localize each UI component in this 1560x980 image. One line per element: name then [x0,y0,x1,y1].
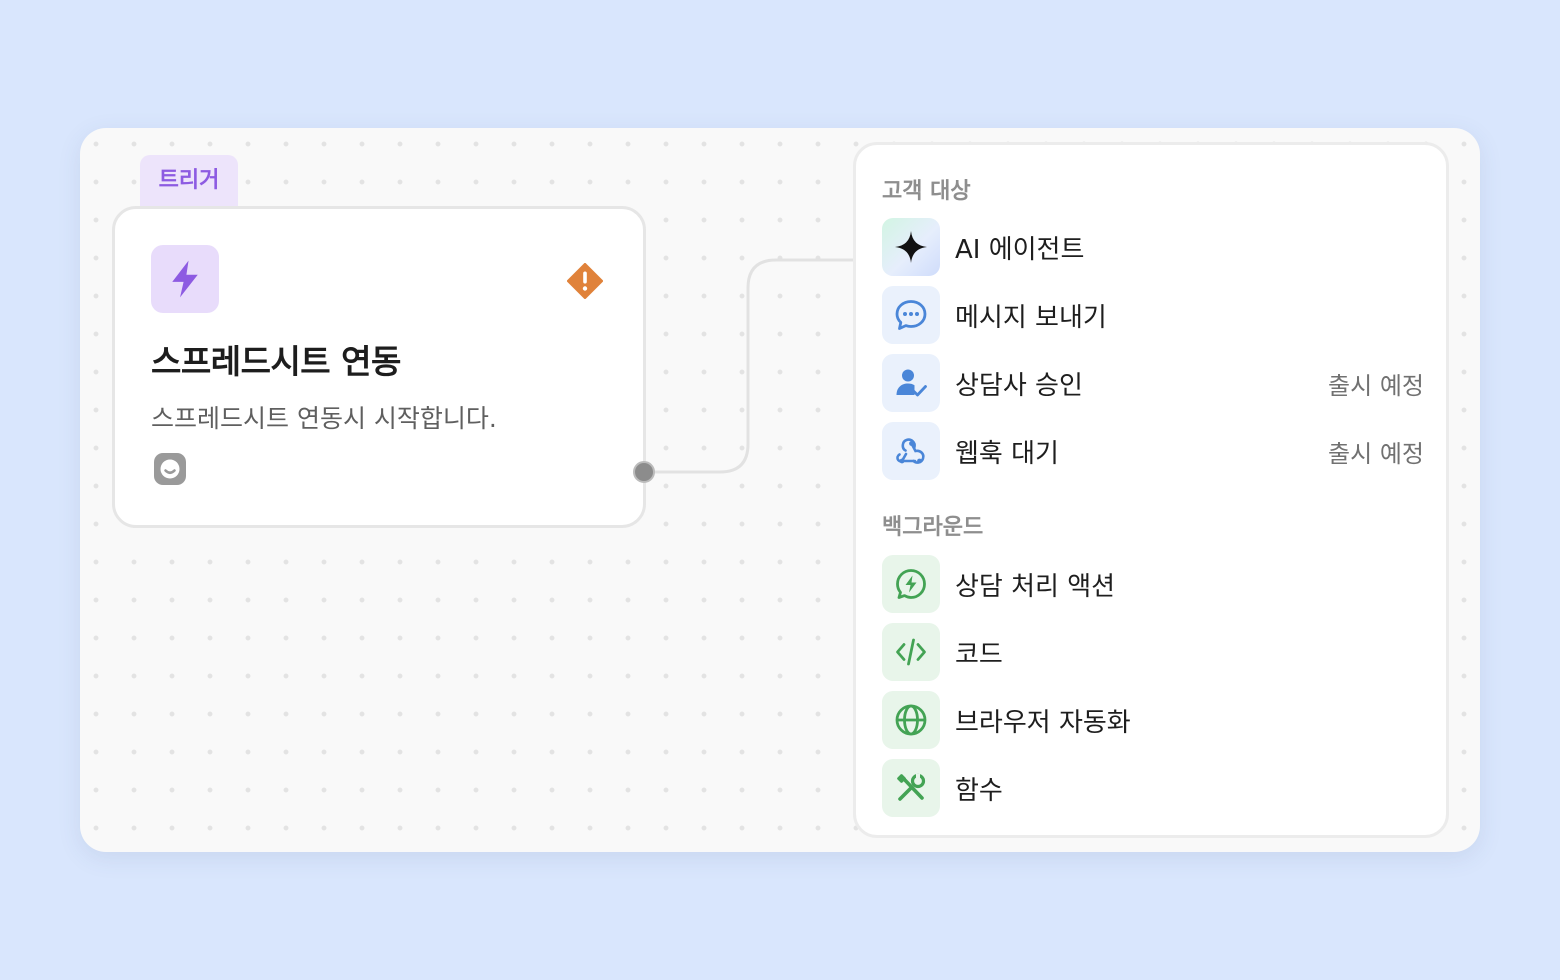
menu-item-label: 브라우저 자동화 [955,707,1131,738]
webhook-icon-box [882,422,940,480]
trigger-node-card[interactable]: 스프레드시트 연동 스프레드시트 연동시 시작합니다. [112,206,646,528]
channel-talk-icon [154,453,186,485]
menu-item-label: 상담사 승인 [955,370,1083,401]
section-label-customer: 고객 대상 [882,179,971,204]
menu-item-ai-agent[interactable]: AI 에이전트 [882,218,1424,276]
menu-item-label: 함수 [955,775,1003,806]
chat-bubble-icon [895,300,927,330]
code-icon-box [882,623,940,681]
user-check-icon [896,369,927,397]
menu-item-label: AI 에이전트 [955,234,1085,265]
coming-soon-badge: 출시 예정 [1328,371,1424,400]
section-label-background: 백그라운드 [882,515,984,540]
menu-item-agent-approval[interactable]: 상담사 승인 출시 예정 [882,354,1424,412]
menu-item-webhook-wait[interactable]: 웹훅 대기 출시 예정 [882,422,1424,480]
globe-icon [895,704,927,736]
menu-item-label: 메시지 보내기 [955,302,1107,333]
code-icon [896,638,926,666]
menu-item-send-message[interactable]: 메시지 보내기 [882,286,1424,344]
workflow-canvas[interactable]: 트리거 스프레드시트 연동 스프레드시트 연동시 시작합니다. 고객 대상 AI… [80,128,1480,852]
menu-item-code[interactable]: 코드 [882,623,1424,681]
bolt-chat-icon [896,569,926,599]
menu-item-label: 상담 처리 액션 [955,571,1116,602]
menu-item-label: 웹훅 대기 [955,438,1059,469]
trigger-description: 스프레드시트 연동시 시작합니다. [151,404,497,433]
node-type-menu: 고객 대상 AI 에이전트 메시지 보내기 상담사 승인 출시 예정 웹훅 대기… [853,142,1449,838]
trigger-type-icon-box [151,245,219,313]
tools-icon [897,773,926,801]
consult-action-icon-box [882,555,940,613]
ai-icon-box [882,218,940,276]
function-icon-box [882,759,940,817]
approval-icon-box [882,354,940,412]
trigger-title: 스프레드시트 연동 [151,342,401,381]
message-icon-box [882,286,940,344]
menu-item-consult-action[interactable]: 상담 처리 액션 [882,555,1424,613]
menu-item-label: 코드 [955,639,1003,670]
menu-item-function[interactable]: 함수 [882,759,1424,817]
output-port[interactable] [633,461,655,483]
webhook-icon [896,438,925,464]
coming-soon-badge: 출시 예정 [1328,439,1424,468]
trigger-tab: 트리거 [140,155,238,213]
sparkle-icon [895,231,927,263]
menu-item-browser-automation[interactable]: 브라우저 자동화 [882,691,1424,749]
bolt-icon [172,260,198,298]
browser-icon-box [882,691,940,749]
warning-icon[interactable] [567,263,603,299]
